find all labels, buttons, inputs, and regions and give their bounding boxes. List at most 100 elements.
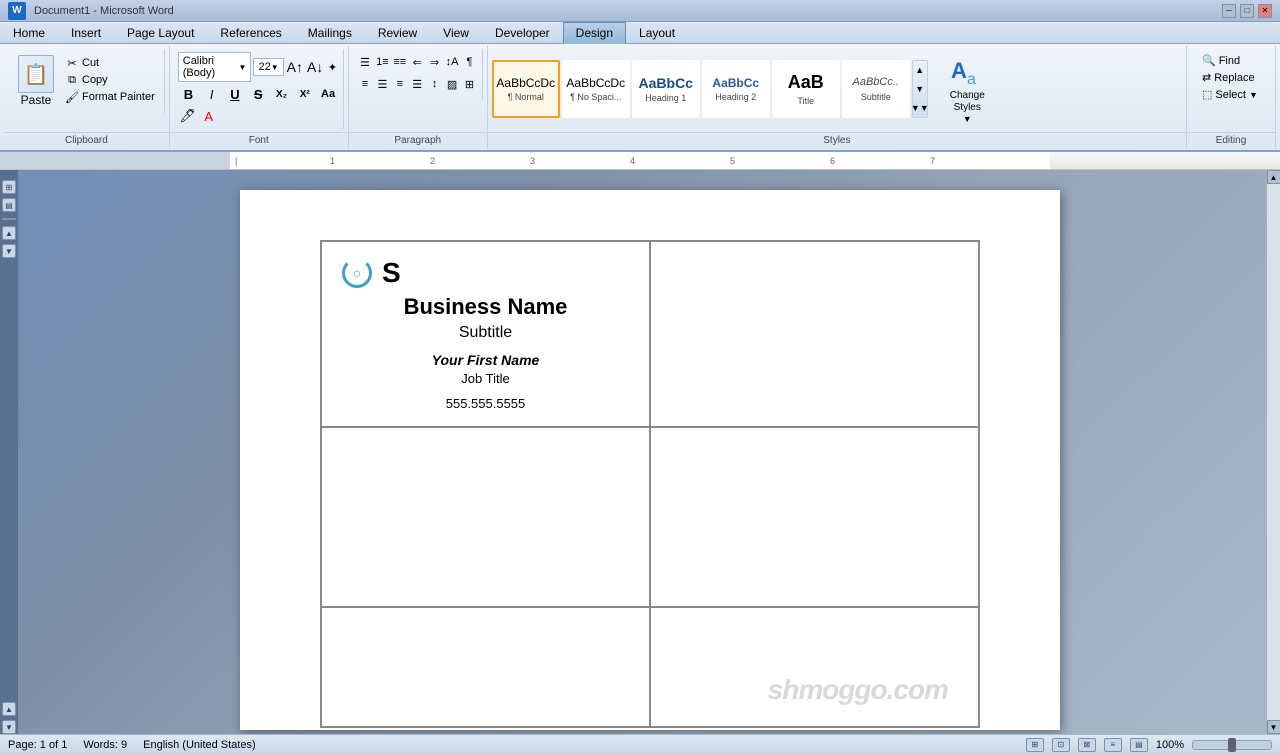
line-spacing-button[interactable]: ↕ (426, 74, 442, 94)
paste-button[interactable]: 📋 Paste (14, 53, 58, 109)
tab-design[interactable]: Design (563, 22, 626, 44)
style-title[interactable]: AaB Title (772, 60, 840, 118)
clear-formatting-button[interactable]: ✦ (326, 57, 338, 77)
style-h2-preview: AaBbCc (712, 76, 759, 90)
style-title-label: Title (797, 96, 814, 106)
style-heading2[interactable]: AaBbCc Heading 2 (702, 60, 770, 118)
title-text: Document1 - Microsoft Word (34, 5, 174, 17)
numbering-button[interactable]: 1≡ (374, 52, 390, 72)
sort-button[interactable]: ↕A (444, 52, 460, 72)
outline-button[interactable]: ≡ (1104, 738, 1122, 752)
align-center-button[interactable]: ☰ (374, 74, 390, 94)
tab-insert[interactable]: Insert (58, 22, 114, 43)
select-button[interactable]: ⬚ Select ▼ (1199, 86, 1263, 103)
superscript-button[interactable]: X² (294, 84, 315, 104)
styles-scroll-button[interactable]: ▲ ▼ ▼▼ (912, 60, 928, 118)
style-nospace-preview: AaBbCcDc (566, 76, 625, 90)
view-btn-5[interactable]: ▲ (2, 702, 16, 716)
close-button[interactable]: ✕ (1258, 4, 1272, 18)
strikethrough-button[interactable]: S (248, 84, 269, 104)
svg-text:A: A (951, 58, 967, 83)
card-cell-mid-left[interactable] (321, 427, 650, 607)
view-btn-4[interactable]: ▼ (2, 244, 16, 258)
font-section: Calibri (Body) ▼ 22 ▼ A↑ A↓ ✦ B I U S (170, 46, 349, 148)
card-cell-bot-left[interactable] (321, 607, 650, 727)
decrease-indent-button[interactable]: ⇐ (409, 52, 425, 72)
style-nospace-label: ¶ No Spaci... (570, 92, 621, 102)
maximize-button[interactable]: □ (1240, 4, 1254, 18)
tab-mailings[interactable]: Mailings (295, 22, 365, 43)
multilevel-list-button[interactable]: ≡≡ (392, 52, 408, 72)
show-hide-button[interactable]: ¶ (461, 52, 477, 72)
change-case-button[interactable]: Aa (317, 84, 338, 104)
font-size-selector[interactable]: 22 ▼ (253, 58, 283, 76)
scroll-track[interactable] (1267, 184, 1280, 720)
tab-developer[interactable]: Developer (482, 22, 563, 43)
font-color-button[interactable]: A (199, 106, 219, 126)
borders-button[interactable]: ⊞ (461, 74, 477, 94)
replace-button[interactable]: ⇄ Replace (1199, 69, 1263, 86)
bold-button[interactable]: B (178, 84, 199, 104)
cut-button[interactable]: ✂ Cut (62, 55, 158, 71)
format-painter-button[interactable]: 🖌 Format Painter (62, 89, 158, 105)
view-btn-3[interactable]: ▲ (2, 226, 16, 240)
web-layout-button[interactable]: ⊠ (1078, 738, 1096, 752)
tab-references[interactable]: References (207, 22, 294, 43)
underline-button[interactable]: U (224, 84, 245, 104)
left-sidebar: ⊞ ▤ ▲ ▼ ▲ ▼ (0, 170, 18, 734)
font-size-increase-button[interactable]: A↑ (286, 57, 304, 77)
font-size-decrease-button[interactable]: A↓ (306, 57, 324, 77)
scroll-up-button[interactable]: ▲ (1267, 170, 1280, 184)
find-button[interactable]: 🔍 Find (1199, 52, 1263, 69)
card-cell-bot-right[interactable]: shmoggo.com (650, 607, 979, 727)
card-cell-top-right[interactable] (650, 241, 979, 427)
ribbon-tabs: Home Insert Page Layout References Maili… (0, 22, 1280, 44)
view-btn-1[interactable]: ⊞ (2, 180, 16, 194)
font-name-chevron: ▼ (239, 63, 247, 72)
italic-button[interactable]: I (201, 84, 222, 104)
editing-section: 🔍 Find ⇄ Replace ⬚ Select ▼ Editing (1187, 46, 1276, 148)
card-cell-mid-right[interactable] (650, 427, 979, 607)
tab-layout[interactable]: Layout (626, 22, 688, 43)
draft-button[interactable]: ▤ (1130, 738, 1148, 752)
font-name-selector[interactable]: Calibri (Body) ▼ (178, 52, 252, 82)
text-highlight-button[interactable]: 🖊 (178, 106, 198, 126)
font-area: Calibri (Body) ▼ 22 ▼ A↑ A↓ ✦ B I U S (174, 49, 344, 129)
tab-view[interactable]: View (430, 22, 482, 43)
editing-area: 🔍 Find ⇄ Replace ⬚ Select ▼ (1191, 49, 1271, 106)
align-left-button[interactable]: ≡ (357, 74, 373, 94)
style-subtitle[interactable]: AaBbCc.. Subtitle (842, 60, 910, 118)
title-bar: W Document1 - Microsoft Word ─ □ ✕ (0, 0, 1280, 22)
scroll-down-button[interactable]: ▼ (1267, 720, 1280, 734)
document-area: ⊞ ▤ ▲ ▼ ▲ ▼ ○ S Business Name Subtitle Y… (0, 170, 1280, 734)
align-right-button[interactable]: ≡ (392, 74, 408, 94)
status-bar: Page: 1 of 1 Words: 9 English (United St… (0, 734, 1280, 754)
card-cell-top-left[interactable]: ○ S Business Name Subtitle Your First Na… (321, 241, 650, 427)
justify-button[interactable]: ☰ (409, 74, 425, 94)
minimize-button[interactable]: ─ (1222, 4, 1236, 18)
zoom-slider[interactable] (1192, 740, 1272, 750)
language: English (United States) (143, 739, 256, 751)
style-nospace[interactable]: AaBbCcDc ¶ No Spaci... (562, 60, 630, 118)
tab-home[interactable]: Home (0, 22, 58, 43)
paragraph-label: Paragraph (349, 132, 487, 148)
clipboard-label: Clipboard (4, 132, 169, 148)
shading-button[interactable]: ▨ (444, 74, 460, 94)
subscript-button[interactable]: X₂ (271, 84, 292, 104)
word-count: Words: 9 (83, 739, 127, 751)
bullets-button[interactable]: ☰ (357, 52, 373, 72)
copy-button[interactable]: ⧉ Copy (62, 72, 158, 88)
full-screen-button[interactable]: ⊡ (1052, 738, 1070, 752)
view-btn-6[interactable]: ▼ (2, 720, 16, 734)
style-h1-preview: AaBbCc (639, 75, 693, 92)
print-layout-button[interactable]: ⊞ (1026, 738, 1044, 752)
view-btn-2[interactable]: ▤ (2, 198, 16, 212)
style-heading1[interactable]: AaBbCc Heading 1 (632, 60, 700, 118)
increase-indent-button[interactable]: ⇒ (426, 52, 442, 72)
tab-page-layout[interactable]: Page Layout (114, 22, 207, 43)
change-styles-button[interactable]: A a ChangeStyles ▼ (930, 50, 1005, 128)
style-normal[interactable]: AaBbCcDc ¶ Normal (492, 60, 560, 118)
tab-review[interactable]: Review (365, 22, 430, 43)
style-h2-label: Heading 2 (715, 92, 756, 102)
card-logo-area: ○ S (342, 257, 629, 289)
